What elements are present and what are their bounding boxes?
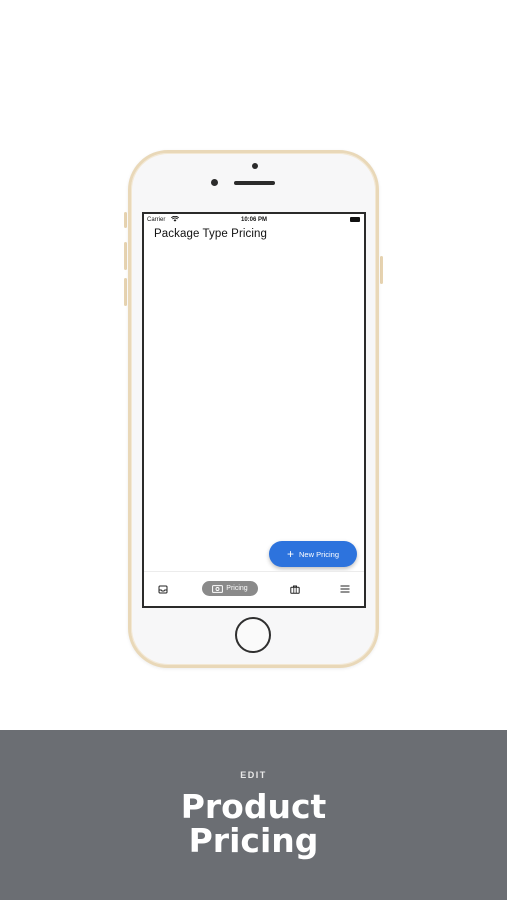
nav-item-menu[interactable] [338, 582, 352, 596]
nav-item-pricing[interactable]: Pricing [202, 581, 258, 596]
phone-volume-up [124, 242, 127, 270]
status-time: 10:06 PM [240, 217, 267, 223]
cash-icon [212, 584, 224, 593]
phone-front-sensor [211, 179, 218, 186]
phone-power-button [380, 256, 383, 284]
phone-volume-down [124, 278, 127, 306]
phone-silent-switch [124, 212, 127, 228]
status-bar: Carrier 10:06 PM [144, 214, 364, 226]
menu-icon [340, 585, 350, 593]
nav-item-inbox[interactable] [156, 582, 170, 596]
page-title: Package Type Pricing [154, 228, 268, 240]
new-pricing-button[interactable]: + New Pricing [269, 541, 357, 567]
banner-kicker: EDIT [240, 770, 267, 780]
briefcase-icon [290, 585, 300, 594]
banner-title-line2: Pricing [188, 821, 319, 860]
plus-icon: + [286, 546, 294, 561]
promo-banner: EDIT Product Pricing [0, 730, 507, 900]
phone-camera [252, 163, 258, 169]
banner-title: Product Pricing [0, 790, 507, 858]
phone-home-button [235, 617, 271, 653]
bottom-nav: Pricing [144, 571, 364, 606]
battery-icon [350, 217, 360, 222]
phone-screen: Carrier 10:06 PM Package Type Pricing + … [142, 212, 366, 608]
nav-pricing-label: Pricing [226, 585, 248, 592]
inbox-icon [158, 585, 168, 593]
new-pricing-label: New Pricing [299, 549, 340, 559]
phone-speaker [234, 181, 275, 185]
nav-item-packages[interactable] [288, 582, 302, 596]
banner-title-line1: Product [180, 787, 327, 826]
